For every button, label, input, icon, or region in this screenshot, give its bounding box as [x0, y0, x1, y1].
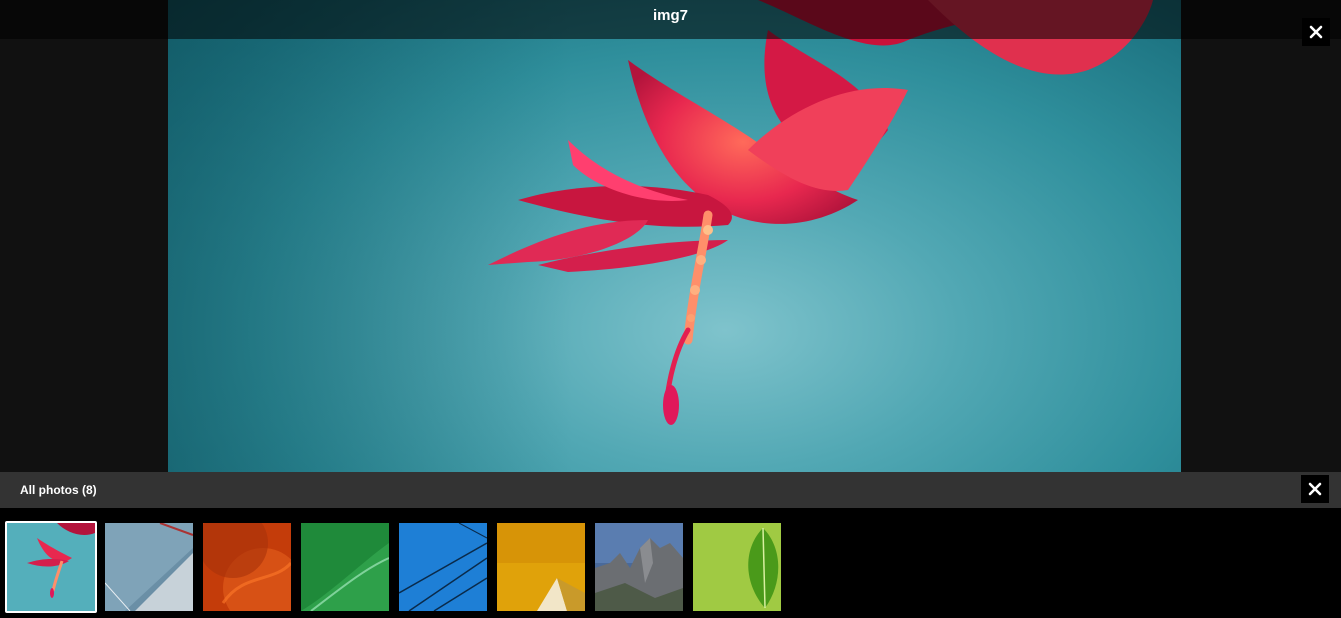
thumbnail-5[interactable] — [399, 523, 487, 611]
thumbnail-image — [497, 523, 585, 611]
thumbnail-4[interactable] — [301, 523, 389, 611]
thumbnail-image — [693, 523, 781, 611]
thumbnail-image — [399, 523, 487, 611]
thumbnail-2[interactable] — [105, 523, 193, 611]
close-icon — [1308, 482, 1322, 496]
close-viewer-button[interactable] — [1302, 18, 1330, 46]
thumbnail-image — [301, 523, 389, 611]
thumbnail-1[interactable] — [5, 521, 97, 613]
main-photo — [168, 0, 1181, 472]
close-icon — [1309, 25, 1323, 39]
close-strip-button[interactable] — [1301, 475, 1329, 503]
thumbnail-6[interactable] — [497, 523, 585, 611]
thumbnail-8[interactable] — [693, 523, 781, 611]
flower-image — [168, 0, 1181, 472]
thumbnail-image — [105, 523, 193, 611]
thumbnail-7[interactable] — [595, 523, 683, 611]
all-photos-label: All photos (8) — [20, 483, 97, 497]
thumbnail-image — [595, 523, 683, 611]
photo-viewer: img7 — [0, 0, 1341, 472]
photo-strip-header: All photos (8) — [0, 472, 1341, 508]
thumbnail-strip — [0, 508, 1341, 618]
photo-title: img7 — [652, 7, 688, 24]
thumbnail-3[interactable] — [203, 523, 291, 611]
thumbnail-image — [203, 523, 291, 611]
thumbnail-image — [7, 523, 95, 611]
